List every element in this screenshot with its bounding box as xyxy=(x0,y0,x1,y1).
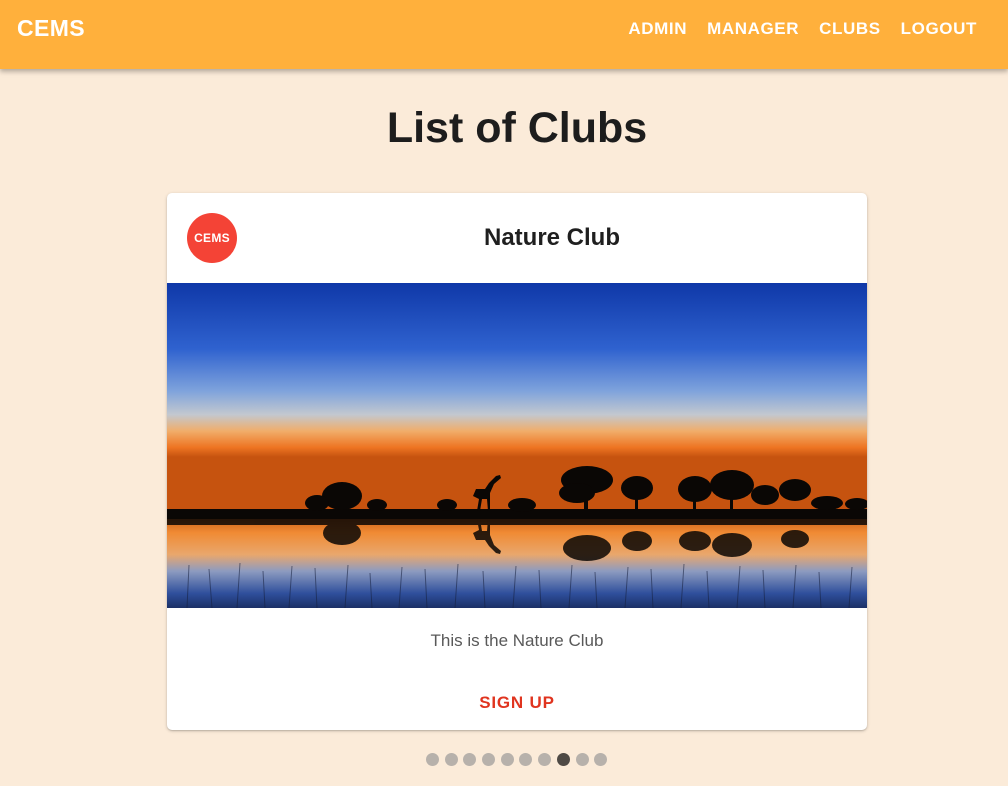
carousel-dot[interactable] xyxy=(426,753,439,766)
carousel-dot[interactable] xyxy=(482,753,496,766)
carousel-dot[interactable] xyxy=(575,753,589,766)
nav-admin[interactable]: ADMIN xyxy=(628,19,687,39)
carousel-dot[interactable] xyxy=(463,753,477,766)
carousel-dot-active[interactable] xyxy=(556,753,570,766)
top-nav: ADMIN MANAGER CLUBS LOGOUT xyxy=(608,19,977,39)
club-image xyxy=(167,283,867,608)
carousel-dot[interactable] xyxy=(444,753,458,766)
nav-logout[interactable]: LOGOUT xyxy=(901,19,977,39)
club-card: CEMS Nature Club This is the Nature Club… xyxy=(167,193,867,730)
carousel-dot[interactable] xyxy=(519,753,533,766)
club-title: Nature Club xyxy=(483,224,620,251)
sign-up-button[interactable]: SIGN UP xyxy=(167,693,867,713)
carousel-dot[interactable] xyxy=(500,753,514,766)
brand-logo[interactable]: CEMS xyxy=(17,15,85,42)
carousel-indicators xyxy=(426,753,613,766)
app-bar: CEMS ADMIN MANAGER CLUBS LOGOUT xyxy=(0,0,1008,69)
page-title: List of Clubs xyxy=(386,104,648,152)
nav-manager[interactable]: MANAGER xyxy=(707,19,799,39)
carousel-dot[interactable] xyxy=(594,753,608,766)
club-description: This is the Nature Club xyxy=(430,631,604,650)
carousel-dot[interactable] xyxy=(538,753,552,766)
nav-clubs[interactable]: CLUBS xyxy=(819,19,881,39)
